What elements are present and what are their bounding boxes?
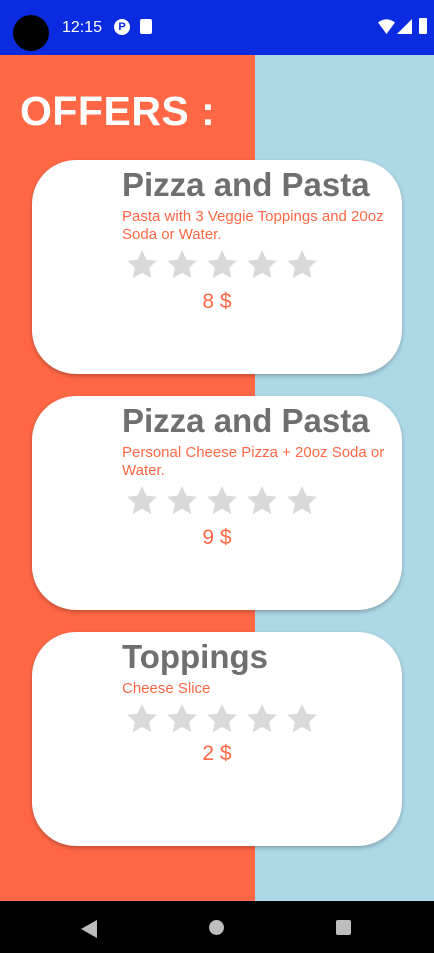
rating-stars[interactable]	[124, 248, 320, 282]
camera-cutout	[13, 15, 49, 51]
offer-title: Pizza and Pasta	[122, 166, 370, 203]
rating-stars[interactable]	[124, 484, 320, 518]
offer-description: Cheese Slice	[122, 680, 211, 697]
star-icon[interactable]	[244, 248, 280, 282]
offer-description: Personal Cheese Pizza + 20oz Soda or Wat…	[122, 444, 385, 479]
offer-price: 9 $	[202, 526, 232, 549]
offer-card[interactable]: Pizza and Pasta Pasta with 3 Veggie Topp…	[32, 160, 402, 374]
offer-description: Pasta with 3 Veggie Toppings and 20oz So…	[122, 208, 384, 243]
star-icon[interactable]	[204, 702, 240, 736]
home-icon[interactable]	[209, 920, 224, 935]
rating-stars[interactable]	[124, 702, 320, 736]
battery-icon	[419, 18, 427, 34]
page-title: OFFERS :	[20, 88, 216, 134]
star-icon[interactable]	[164, 248, 200, 282]
offer-title: Pizza and Pasta	[122, 402, 370, 439]
status-bar: 12:15 P	[0, 0, 434, 55]
offer-price: 8 $	[202, 290, 232, 313]
star-icon[interactable]	[204, 248, 240, 282]
star-icon[interactable]	[244, 702, 280, 736]
star-icon[interactable]	[284, 484, 320, 518]
offer-card[interactable]: Pizza and Pasta Personal Cheese Pizza + …	[32, 396, 402, 610]
star-icon[interactable]	[284, 702, 320, 736]
wifi-icon	[378, 19, 395, 34]
star-icon[interactable]	[164, 702, 200, 736]
offers-screen: OFFERS : Pizza and Pasta Pasta with 3 Ve…	[0, 55, 434, 901]
offer-card[interactable]: Toppings Cheese Slice 2 $	[32, 632, 402, 846]
recents-icon[interactable]	[336, 920, 351, 935]
star-icon[interactable]	[124, 248, 160, 282]
star-icon[interactable]	[164, 484, 200, 518]
data-saver-icon: P	[114, 19, 130, 35]
offer-title: Toppings	[122, 638, 269, 675]
sd-card-icon	[140, 19, 152, 34]
star-icon[interactable]	[244, 484, 280, 518]
offer-price: 2 $	[202, 742, 232, 765]
star-icon[interactable]	[124, 702, 160, 736]
star-icon[interactable]	[284, 248, 320, 282]
back-icon[interactable]	[81, 920, 97, 938]
status-time: 12:15	[62, 19, 103, 36]
signal-icon	[397, 19, 412, 34]
star-icon[interactable]	[204, 484, 240, 518]
star-icon[interactable]	[124, 484, 160, 518]
